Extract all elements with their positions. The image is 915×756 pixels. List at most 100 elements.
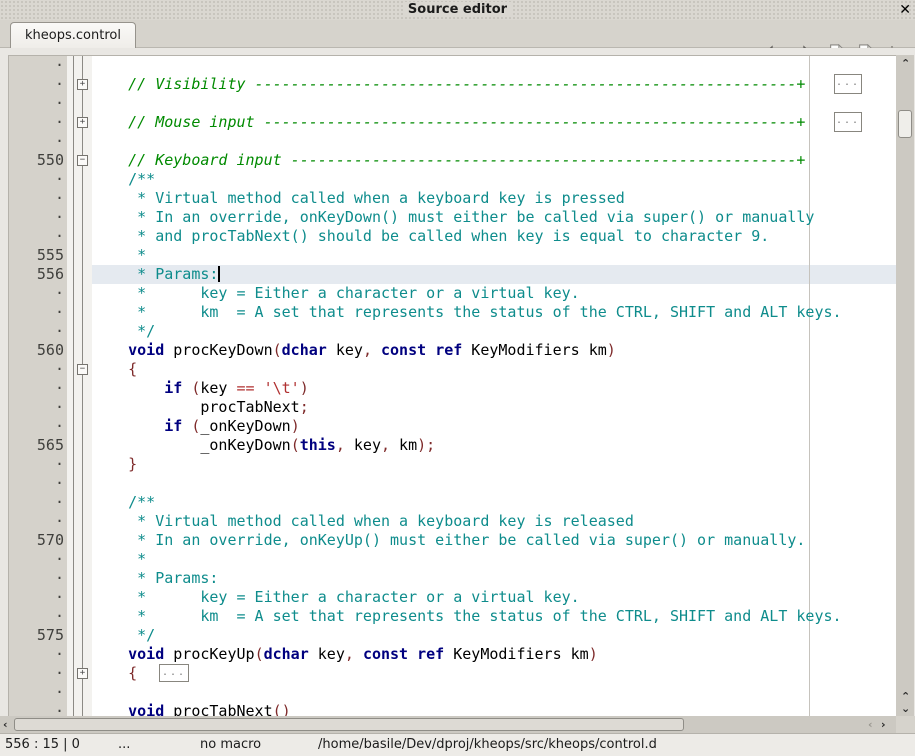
code-text[interactable]: // Visibility --------------------------… bbox=[92, 75, 896, 94]
code-text[interactable]: /** bbox=[92, 170, 896, 189]
code-text[interactable]: * km = A set that represents the status … bbox=[92, 303, 896, 322]
fold-collapse-icon[interactable]: − bbox=[77, 155, 88, 166]
horizontal-scrollbar[interactable]: ‹ ‹ › bbox=[0, 716, 896, 733]
code-text[interactable]: if (_onKeyDown) bbox=[92, 417, 896, 436]
code-text[interactable]: void procKeyDown(dchar key, const ref Ke… bbox=[92, 341, 896, 360]
code-line[interactable]: · * and procTabNext() should be called w… bbox=[9, 227, 896, 246]
code-text[interactable]: // Keyboard input ----------------------… bbox=[92, 151, 896, 170]
close-icon[interactable]: ✕ bbox=[899, 1, 911, 19]
code-text[interactable] bbox=[92, 94, 896, 113]
code-line[interactable]: · if (_onKeyDown) bbox=[9, 417, 896, 436]
scroll-up-icon[interactable]: ⌃ bbox=[901, 58, 910, 69]
folded-code-ellipsis[interactable]: ... bbox=[834, 74, 862, 94]
code-line[interactable]: ·− { bbox=[9, 360, 896, 379]
code-line[interactable]: 575 */ bbox=[9, 626, 896, 645]
folded-code-ellipsis[interactable]: ... bbox=[159, 664, 189, 682]
code-line[interactable]: ·+ // Mouse input ----------------------… bbox=[9, 113, 896, 132]
folded-code-ellipsis[interactable]: ... bbox=[834, 112, 862, 132]
code-text[interactable]: * In an override, onKeyDown() must eithe… bbox=[92, 208, 896, 227]
code-text[interactable]: if (key == '\t') bbox=[92, 379, 896, 398]
code-token: */ bbox=[92, 626, 155, 644]
scroll-down-icon[interactable]: ⌄ bbox=[901, 703, 910, 714]
code-line[interactable]: · procTabNext; bbox=[9, 398, 896, 417]
vertical-scrollbar[interactable]: ⌃ ⌃ ⌄ bbox=[896, 55, 914, 716]
title-bar[interactable]: Source editor ✕ bbox=[0, 0, 915, 20]
file-path: /home/basile/Dev/dproj/kheops/src/kheops… bbox=[318, 737, 657, 752]
code-line[interactable]: 565 _onKeyDown(this, key, km); bbox=[9, 436, 896, 455]
code-text[interactable]: _onKeyDown(this, key, km); bbox=[92, 436, 896, 455]
fold-expand-icon[interactable]: + bbox=[77, 117, 88, 128]
code-line[interactable]: · * Virtual method called when a keyboar… bbox=[9, 189, 896, 208]
code-line[interactable]: · } bbox=[9, 455, 896, 474]
fold-expand-icon[interactable]: + bbox=[77, 79, 88, 90]
scroll-left2-icon[interactable]: ‹ bbox=[868, 719, 873, 730]
code-text[interactable] bbox=[92, 683, 896, 702]
code-text[interactable]: * and procTabNext() should be called whe… bbox=[92, 227, 896, 246]
code-text[interactable]: /** bbox=[92, 493, 896, 512]
code-line[interactable]: · * km = A set that represents the statu… bbox=[9, 303, 896, 322]
line-number: · bbox=[9, 569, 67, 588]
scroll-left-icon[interactable]: ‹ bbox=[3, 719, 8, 730]
code-text[interactable]: * bbox=[92, 246, 896, 265]
fold-expand-icon[interactable]: + bbox=[77, 668, 88, 679]
code-text[interactable]: void procKeyUp(dchar key, const ref KeyM… bbox=[92, 645, 896, 664]
vertical-scroll-thumb[interactable] bbox=[898, 110, 912, 138]
code-line[interactable]: 570 * In an override, onKeyUp() must eit… bbox=[9, 531, 896, 550]
code-text[interactable]: { bbox=[92, 360, 896, 379]
code-text[interactable]: // Mouse input -------------------------… bbox=[92, 113, 896, 132]
code-text[interactable]: * key = Either a character or a virtual … bbox=[92, 284, 896, 303]
code-line[interactable]: · void procTabNext() bbox=[9, 702, 896, 716]
code-line[interactable]: · bbox=[9, 683, 896, 702]
code-text[interactable]: * km = A set that represents the status … bbox=[92, 607, 896, 626]
scroll-up2-icon[interactable]: ⌃ bbox=[901, 691, 910, 702]
fold-margin-cell[interactable]: + bbox=[67, 664, 92, 683]
code-line[interactable]: · * bbox=[9, 550, 896, 569]
code-text[interactable]: procTabNext; bbox=[92, 398, 896, 417]
fold-margin-cell[interactable]: + bbox=[67, 113, 92, 132]
code-text[interactable]: * In an override, onKeyUp() must either … bbox=[92, 531, 896, 550]
code-line[interactable]: · /** bbox=[9, 170, 896, 189]
code-text[interactable]: void procTabNext() bbox=[92, 702, 896, 716]
fold-margin-cell[interactable]: + bbox=[67, 75, 92, 94]
code-line[interactable]: · if (key == '\t') bbox=[9, 379, 896, 398]
code-line[interactable]: ·+ // Visibility -----------------------… bbox=[9, 75, 896, 94]
fold-margin-cell[interactable]: − bbox=[67, 151, 92, 170]
code-line[interactable]: 550− // Keyboard input -----------------… bbox=[9, 151, 896, 170]
code-text[interactable]: * Params: bbox=[92, 569, 896, 588]
code-text[interactable]: * Params: bbox=[92, 265, 896, 284]
code-line[interactable]: · * key = Either a character or a virtua… bbox=[9, 588, 896, 607]
code-text[interactable] bbox=[92, 474, 896, 493]
code-line[interactable]: · bbox=[9, 94, 896, 113]
tab-kheops-control[interactable]: kheops.control bbox=[10, 22, 136, 48]
code-text[interactable] bbox=[92, 56, 896, 75]
code-viewport[interactable]: ··+ // Visibility ----------------------… bbox=[8, 55, 896, 716]
code-text[interactable]: } bbox=[92, 455, 896, 474]
code-line[interactable]: · * Params: bbox=[9, 569, 896, 588]
code-line[interactable]: 560 void procKeyDown(dchar key, const re… bbox=[9, 341, 896, 360]
code-line[interactable]: · */ bbox=[9, 322, 896, 341]
fold-collapse-icon[interactable]: − bbox=[77, 364, 88, 375]
code-line[interactable]: 555 * bbox=[9, 246, 896, 265]
code-text[interactable]: * key = Either a character or a virtual … bbox=[92, 588, 896, 607]
code-line[interactable]: · bbox=[9, 132, 896, 151]
horizontal-scroll-thumb[interactable] bbox=[14, 718, 684, 731]
code-text[interactable]: */ bbox=[92, 322, 896, 341]
code-line[interactable]: · bbox=[9, 474, 896, 493]
scroll-right-icon[interactable]: › bbox=[881, 719, 886, 730]
code-line[interactable]: 556 * Params: bbox=[9, 265, 896, 284]
code-text[interactable]: */ bbox=[92, 626, 896, 645]
code-text[interactable]: * Virtual method called when a keyboard … bbox=[92, 512, 896, 531]
code-line[interactable]: · * In an override, onKeyDown() must eit… bbox=[9, 208, 896, 227]
code-line[interactable]: · * km = A set that represents the statu… bbox=[9, 607, 896, 626]
fold-margin-cell[interactable]: − bbox=[67, 360, 92, 379]
code-line[interactable]: · bbox=[9, 56, 896, 75]
code-text[interactable]: * Virtual method called when a keyboard … bbox=[92, 189, 896, 208]
code-line[interactable]: · * key = Either a character or a virtua… bbox=[9, 284, 896, 303]
code-text[interactable]: * bbox=[92, 550, 896, 569]
code-line[interactable]: · * Virtual method called when a keyboar… bbox=[9, 512, 896, 531]
code-text[interactable]: {... bbox=[92, 664, 896, 683]
code-line[interactable]: · void procKeyUp(dchar key, const ref Ke… bbox=[9, 645, 896, 664]
code-line[interactable]: · /** bbox=[9, 493, 896, 512]
code-line[interactable]: ·+ {... bbox=[9, 664, 896, 683]
code-text[interactable] bbox=[92, 132, 896, 151]
